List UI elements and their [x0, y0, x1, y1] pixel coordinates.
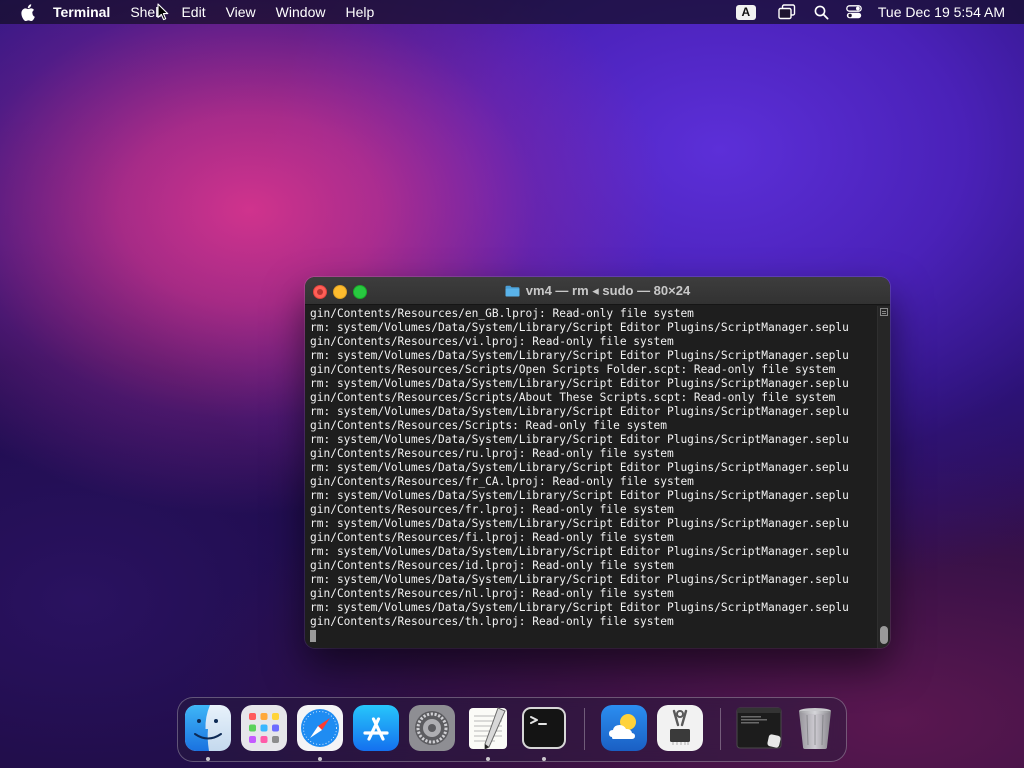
terminal-line: rm: system/Volumes/Data/System/Library/S… [310, 461, 849, 474]
terminal-line: gin/Contents/Resources/id.lproj: Read-on… [310, 559, 674, 572]
apple-icon[interactable] [19, 3, 35, 21]
terminal-cursor [310, 630, 316, 642]
terminal-icon[interactable] [521, 705, 567, 751]
terminal-line: rm: system/Volumes/Data/System/Library/S… [310, 517, 849, 530]
system-settings-icon[interactable] [409, 705, 455, 751]
terminal-output[interactable]: gin/Contents/Resources/en_GB.lproj: Read… [305, 306, 877, 648]
textedit-icon[interactable] [465, 705, 511, 751]
menu-bar-status-area: A Tue Dec 19 5:54 AM [722, 0, 1024, 24]
terminal-line: rm: system/Volumes/Data/System/Library/S… [310, 601, 849, 614]
terminal-line: gin/Contents/Resources/vi.lproj: Read-on… [310, 335, 674, 348]
terminal-line: gin/Contents/Resources/Scripts/About The… [310, 391, 836, 404]
terminal-line: gin/Contents/Resources/ru.lproj: Read-on… [310, 447, 674, 460]
system-information-icon[interactable] [657, 705, 703, 751]
scrollbar-thumb[interactable] [880, 626, 888, 644]
mouse-cursor-icon [157, 3, 169, 21]
terminal-line: gin/Contents/Resources/Scripts/Open Scri… [310, 363, 836, 376]
terminal-line: rm: system/Volumes/Data/System/Library/S… [310, 349, 849, 362]
screen-mirroring-icon[interactable] [778, 0, 796, 24]
split-pane-button[interactable] [880, 308, 888, 316]
menu-app-terminal[interactable]: Terminal [53, 0, 120, 24]
finder-icon[interactable] [185, 705, 231, 751]
terminal-line: gin/Contents/Resources/en_GB.lproj: Read… [310, 307, 694, 320]
menu-bar: Terminal Shell Edit View Window Help A T… [0, 0, 1024, 24]
terminal-running-indicator [542, 757, 546, 761]
terminal-line: rm: system/Volumes/Data/System/Library/S… [310, 377, 849, 390]
terminal-line: gin/Contents/Resources/Scripts: Read-onl… [310, 419, 667, 432]
terminal-line: rm: system/Volumes/Data/System/Library/S… [310, 321, 849, 334]
terminal-window[interactable]: vm4 — rm ◂ sudo — 80×24 gin/Contents/Res… [305, 277, 890, 648]
spotlight-search-icon[interactable] [814, 0, 829, 24]
menu-help[interactable]: Help [335, 0, 384, 24]
terminal-line: rm: system/Volumes/Data/System/Library/S… [310, 405, 849, 418]
input-source-badge: A [735, 4, 756, 20]
folder-icon [505, 285, 520, 297]
terminal-line: rm: system/Volumes/Data/System/Library/S… [310, 433, 849, 446]
launchpad-icon[interactable] [241, 705, 287, 751]
terminal-line: rm: system/Volumes/Data/System/Library/S… [310, 489, 849, 502]
menu-edit[interactable]: Edit [171, 0, 215, 24]
terminal-line: gin/Contents/Resources/th.lproj: Read-on… [310, 615, 674, 628]
terminal-line: gin/Contents/Resources/fr_CA.lproj: Read… [310, 475, 694, 488]
dock-separator [720, 708, 721, 750]
terminal-line: gin/Contents/Resources/fi.lproj: Read-on… [310, 531, 674, 544]
menu-view[interactable]: View [216, 0, 266, 24]
terminal-title-text: vm4 — rm ◂ sudo — 80×24 [525, 283, 691, 298]
menu-bar-clock[interactable]: Tue Dec 19 5:54 AM [878, 4, 1005, 20]
safari-running-indicator [318, 757, 322, 761]
terminal-title-bar[interactable]: vm4 — rm ◂ sudo — 80×24 [305, 277, 890, 305]
terminal-line: gin/Contents/Resources/nl.lproj: Read-on… [310, 587, 674, 600]
dock-separator [584, 708, 585, 750]
weather-icon[interactable] [601, 705, 647, 751]
terminal-line: rm: system/Volumes/Data/System/Library/S… [310, 573, 849, 586]
terminal-line: gin/Contents/Resources/fr.lproj: Read-on… [310, 503, 674, 516]
menu-window[interactable]: Window [266, 0, 336, 24]
app-store-icon[interactable] [353, 705, 399, 751]
trash-icon[interactable] [792, 705, 838, 751]
finder-running-indicator [206, 757, 210, 761]
terminal-scrollbar[interactable] [877, 306, 890, 648]
control-center-icon[interactable] [846, 0, 862, 24]
minimized-window-thumbnail[interactable] [736, 705, 782, 751]
terminal-title: vm4 — rm ◂ sudo — 80×24 [305, 277, 890, 305]
dock [177, 697, 847, 762]
terminal-prompt-line [310, 629, 877, 643]
input-source-menu[interactable]: A [735, 0, 756, 24]
terminal-line: rm: system/Volumes/Data/System/Library/S… [310, 545, 849, 558]
textedit-running-indicator [486, 757, 490, 761]
safari-icon[interactable] [297, 705, 343, 751]
